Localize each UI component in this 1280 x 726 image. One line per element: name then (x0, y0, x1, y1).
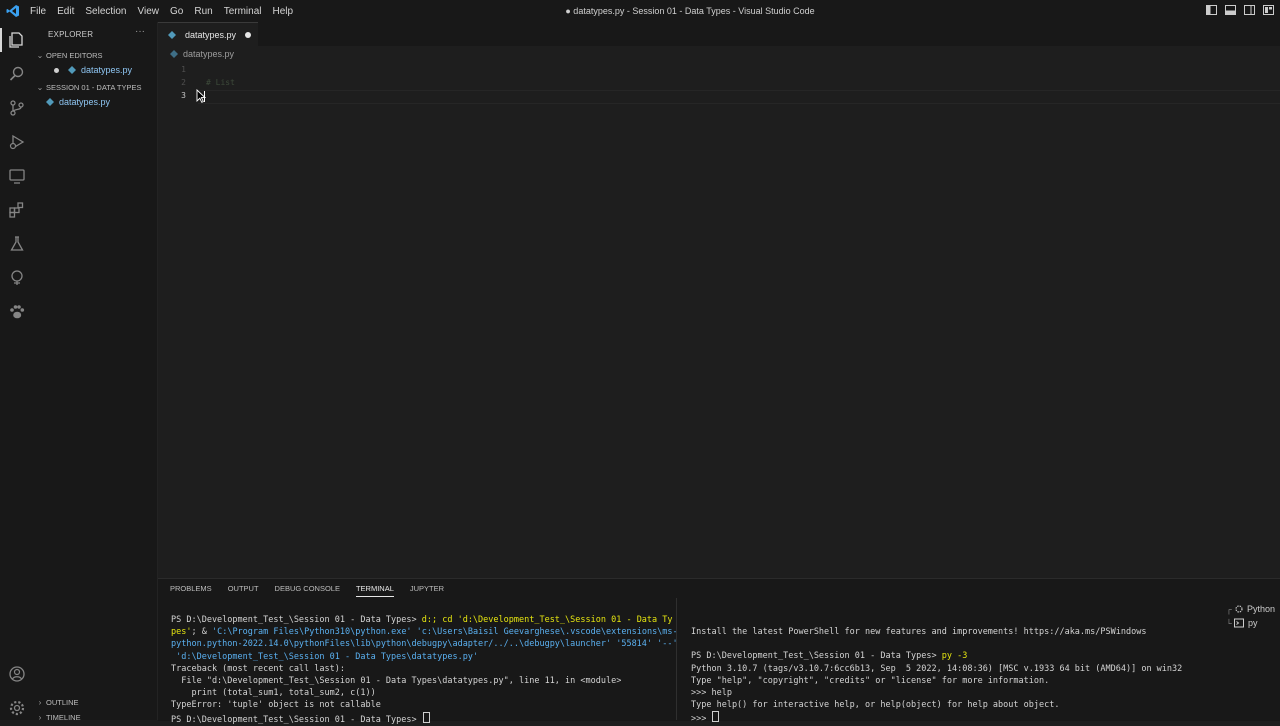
terminal-cursor (712, 711, 720, 723)
menu-selection[interactable]: Selection (85, 6, 126, 17)
terminal-line: pes'; & 'C:\Program Files\Python310\pyth… (171, 627, 678, 638)
terminal-line: 'd:\Development_Test_\Session 01 - Data … (171, 651, 479, 662)
menu-terminal[interactable]: Terminal (224, 6, 262, 17)
folder-section[interactable]: ⌄ SESSION 01 - DATA TYPES (34, 80, 157, 94)
terminal-cursor (422, 711, 430, 723)
terminal-left[interactable]: PS D:\Development_Test_\Session 01 - Dat… (171, 614, 678, 726)
terminal-list-item-python[interactable]: ┌ Python (1224, 602, 1280, 616)
explorer-header: EXPLORER (48, 30, 94, 39)
gitlens-icon[interactable] (5, 266, 29, 290)
breadcrumb: datatypes.py (170, 46, 234, 62)
tab-output[interactable]: OUTPUT (228, 584, 259, 597)
unsaved-dot-icon (54, 67, 59, 73)
open-editor-item[interactable]: datatypes.py (54, 63, 132, 77)
explorer-icon[interactable] (0, 28, 29, 52)
current-line-highlight (198, 90, 1280, 104)
terminal-line: TypeError: 'tuple' object is not callabl… (171, 700, 381, 711)
folder-file-item[interactable]: datatypes.py (46, 95, 110, 109)
python-file-icon (170, 50, 178, 58)
terminal-list: ┌ Python └ py (1224, 602, 1280, 630)
toggle-panel-icon[interactable] (1225, 5, 1236, 15)
terminal-line: print (total_sum1, total_sum2, c(1)) (171, 688, 376, 699)
terminal-right[interactable]: Install the latest PowerShell for new fe… (691, 626, 1182, 726)
terminal-line: PS D:\Development_Test_\Session 01 - Dat… (691, 651, 968, 662)
outline-label: OUTLINE (46, 697, 79, 707)
terminal-line: PS D:\Development_Test_\Session 01 - Dat… (171, 615, 673, 625)
terminal-split-divider[interactable] (676, 598, 677, 720)
tab-debug-console[interactable]: DEBUG CONSOLE (275, 584, 340, 597)
tab-problems[interactable]: PROBLEMS (170, 584, 212, 597)
line-number: 1 (181, 65, 186, 74)
terminal-icon (1234, 618, 1244, 628)
outline-section[interactable]: › OUTLINE (34, 695, 157, 709)
terminal-line: python.python-2022.14.0\pythonFiles\lib\… (171, 639, 678, 650)
testing-flask-icon[interactable] (5, 232, 29, 256)
open-editors-label: OPEN EDITORS (46, 50, 103, 60)
python-file-icon (46, 98, 54, 106)
tab-jupyter[interactable]: JUPYTER (410, 584, 444, 597)
customize-layout-icon[interactable] (1263, 5, 1274, 15)
search-icon[interactable] (5, 62, 29, 86)
terminal-line: >>> (691, 711, 1182, 725)
terminal-line: PS D:\Development_Test_\Session 01 - Dat… (171, 711, 678, 726)
open-editor-filename: datatypes.py (81, 65, 133, 75)
panel-tabs: PROBLEMS OUTPUT DEBUG CONSOLE TERMINAL J… (170, 584, 444, 597)
chevron-right-icon: › (38, 712, 42, 722)
terminal-line: Python 3.10.7 (tags/v3.10.7:6cc6b13, Sep… (691, 663, 1183, 674)
menu-help[interactable]: Help (273, 6, 294, 17)
open-editors-section[interactable]: ⌄ OPEN EDITORS (34, 48, 157, 62)
more-actions-icon[interactable]: ··· (135, 26, 145, 37)
settings-gear-icon[interactable] (5, 696, 29, 720)
terminal-line: Install the latest PowerShell for new fe… (691, 627, 1147, 637)
mouse-pointer-icon (196, 89, 206, 103)
menu-file[interactable]: File (30, 6, 46, 17)
paw-icon[interactable] (5, 300, 29, 324)
line-number: 2 (181, 78, 186, 87)
code-line-comment[interactable]: # List (206, 78, 235, 87)
terminal-line: Traceback (most recent call last): (171, 663, 345, 674)
menu-bar: File Edit Selection View Go Run Terminal… (30, 0, 304, 22)
editor-tab-datatypes[interactable]: datatypes.py (158, 22, 258, 46)
python-file-icon (68, 66, 76, 74)
activity-bar (0, 22, 34, 720)
timeline-label: TIMELINE (46, 712, 81, 722)
menu-run[interactable]: Run (194, 6, 212, 17)
breadcrumb-file[interactable]: datatypes.py (183, 49, 234, 59)
title-bar: File Edit Selection View Go Run Terminal… (0, 0, 1280, 22)
toggle-secondary-sidebar-icon[interactable] (1244, 5, 1255, 15)
window-title: ● datatypes.py - Session 01 - Data Types… (565, 6, 815, 16)
run-debug-icon[interactable] (5, 130, 29, 154)
terminal-line: File "d:\Development_Test_\Session 01 - … (171, 676, 622, 687)
chevron-down-icon: ⌄ (36, 50, 44, 60)
source-control-icon[interactable] (5, 96, 29, 120)
terminal-line: >>> help (691, 688, 732, 699)
unsaved-indicator-icon[interactable] (245, 31, 252, 38)
python-file-icon (168, 30, 176, 39)
tab-terminal[interactable]: TERMINAL (355, 584, 394, 597)
menu-view[interactable]: View (138, 6, 160, 17)
account-icon[interactable] (5, 662, 29, 686)
toggle-sidebar-icon[interactable] (1206, 5, 1217, 15)
debug-gear-icon (1235, 605, 1243, 613)
timeline-section[interactable]: › TIMELINE (34, 710, 157, 724)
chevron-right-icon: › (38, 697, 42, 707)
menu-go[interactable]: Go (170, 6, 183, 17)
line-number: 3 (181, 91, 186, 100)
layout-controls (1206, 5, 1274, 15)
terminal-line: Type "help", "copyright", "credits" or "… (691, 675, 1050, 686)
chevron-down-icon: ⌄ (36, 82, 44, 92)
vscode-logo-icon (6, 5, 19, 17)
terminal-line: Type help() for interactive help, or hel… (691, 700, 1060, 711)
folder-filename: datatypes.py (59, 97, 111, 107)
terminal-list-item-py[interactable]: └ py (1224, 616, 1280, 630)
folder-label: SESSION 01 - DATA TYPES (46, 82, 142, 92)
editor-tab-bar: datatypes.py (158, 22, 1280, 46)
extensions-icon[interactable] (5, 198, 29, 222)
remote-explorer-icon[interactable] (5, 164, 29, 188)
menu-edit[interactable]: Edit (57, 6, 74, 17)
explorer-sidebar: EXPLORER ··· ⌄ OPEN EDITORS datatypes.py… (34, 22, 158, 722)
tab-label: datatypes.py (185, 29, 237, 40)
